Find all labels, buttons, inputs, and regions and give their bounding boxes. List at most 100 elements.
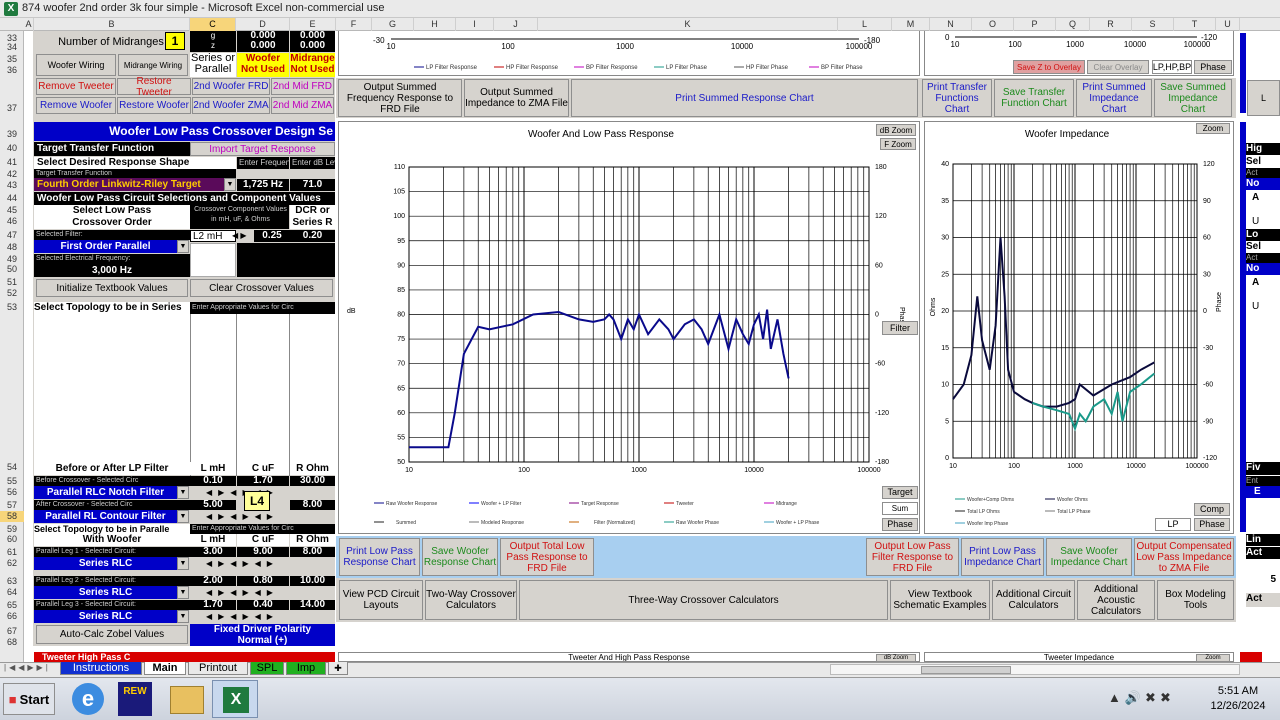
output-frd-button[interactable]: Output Summed Frequency Response to FRD … xyxy=(338,79,462,117)
save-woofer-imp-button[interactable]: Save Woofer Impedance Chart xyxy=(1046,538,1132,576)
column-J[interactable]: J xyxy=(494,18,538,31)
mid2-frd-button[interactable]: 2nd Mid FRD xyxy=(271,78,334,95)
component-values-black[interactable] xyxy=(237,243,335,277)
row-36[interactable]: 36 xyxy=(0,65,24,76)
print-tf-button[interactable]: Print Transfer Functions Chart xyxy=(922,79,992,117)
row-67[interactable]: 67 xyxy=(0,626,24,637)
print-lp-button[interactable]: Print Low Pass Response Chart xyxy=(339,538,420,576)
internet-explorer-icon[interactable]: e xyxy=(72,683,104,715)
notch-filter[interactable]: Parallel RLC Notch Filter xyxy=(34,486,177,499)
start-button[interactable]: ■ Start xyxy=(3,683,55,715)
twoway-calc-button[interactable]: Two-Way Crossover Calculators xyxy=(425,580,517,620)
row-42[interactable]: 42 xyxy=(0,169,24,180)
column-I[interactable]: I xyxy=(456,18,494,31)
initialize-textbook-button[interactable]: Initialize Textbook Values xyxy=(36,279,188,297)
leg2-series-rlc[interactable]: Series RLC xyxy=(34,586,177,599)
l2-value[interactable]: 0.25 xyxy=(254,230,290,242)
tray-icons[interactable]: ▲🔊✖✖ xyxy=(1108,690,1198,708)
db-zoom-button[interactable]: dB Zoom xyxy=(876,124,916,136)
print-summed-button[interactable]: Print Summed Response Chart xyxy=(571,79,918,117)
column-L[interactable]: L xyxy=(838,18,892,31)
row-63[interactable]: 63 xyxy=(0,576,24,587)
midranges-value[interactable]: 1 xyxy=(165,32,185,50)
f-zoom-button[interactable]: F Zoom xyxy=(880,138,916,150)
fixed-polarity[interactable]: Fixed Driver Polarity Normal (+) xyxy=(190,624,335,646)
af-r-value[interactable]: 8.00 xyxy=(290,500,335,510)
bf-c-value[interactable]: 1.70 xyxy=(237,476,289,486)
leg2-l-value[interactable]: 2.00 xyxy=(190,576,236,586)
phase-top-button[interactable]: Phase xyxy=(1194,60,1232,74)
column-F[interactable]: F xyxy=(336,18,372,31)
lp-button[interactable]: LP xyxy=(1155,518,1191,531)
column-D[interactable]: D xyxy=(236,18,290,31)
row-68[interactable]: 68 xyxy=(0,637,24,648)
row-48[interactable]: 48 xyxy=(0,242,24,253)
row-37[interactable]: 37 xyxy=(0,103,24,114)
midrange-wiring-button[interactable]: Midrange Wiring xyxy=(118,54,188,76)
notch-dropdown-icon[interactable]: ▼ xyxy=(177,486,189,499)
column-H[interactable]: H xyxy=(414,18,456,31)
clear-overlay-button[interactable]: Clear Overlay xyxy=(1087,60,1149,74)
clock-date[interactable]: 12/26/2024 xyxy=(1200,700,1276,714)
save-woofer-resp-button[interactable]: Save Woofer Response Chart xyxy=(422,538,498,576)
column-M[interactable]: M xyxy=(892,18,930,31)
leg1-spin-icons[interactable]: ◀▶◀▶◀▶ xyxy=(190,557,335,570)
phase-imp-button[interactable]: Phase xyxy=(1194,518,1230,531)
row-44[interactable]: 44 xyxy=(0,193,24,204)
component-cells[interactable] xyxy=(190,243,236,277)
leg1-dropdown-icon[interactable]: ▼ xyxy=(177,557,189,570)
target-dropdown-icon[interactable]: ▼ xyxy=(224,178,236,191)
row-47[interactable]: 47 xyxy=(0,230,24,241)
print-lp-imp-button[interactable]: Print Low Pass Impedance Chart xyxy=(961,538,1044,576)
row-40[interactable]: 40 xyxy=(0,143,24,154)
leg3-series-rlc[interactable]: Series RLC xyxy=(34,610,177,623)
restore-woofer-button[interactable]: Restore Woofer xyxy=(117,97,191,114)
column-O[interactable]: O xyxy=(972,18,1014,31)
column-K[interactable]: K xyxy=(538,18,838,31)
column-T[interactable]: T xyxy=(1174,18,1216,31)
row-50[interactable]: 50 xyxy=(0,264,24,275)
row-64[interactable]: 64 xyxy=(0,587,24,598)
column-N[interactable]: N xyxy=(930,18,972,31)
clear-crossover-button[interactable]: Clear Crossover Values xyxy=(190,279,333,297)
save-imp-button[interactable]: Save Summed Impedance Chart xyxy=(1154,79,1232,117)
threeway-calc-button[interactable]: Three-Way Crossover Calculators xyxy=(519,580,888,620)
row-57[interactable]: 57 xyxy=(0,500,24,511)
tab-instructions[interactable]: Instructions xyxy=(60,662,142,675)
woofer2-frd-button[interactable]: 2nd Woofer FRD xyxy=(192,78,270,95)
lphpbp-button[interactable]: LP,HP,BP xyxy=(1152,60,1192,74)
tweeter-zoom-button[interactable]: Zoom xyxy=(1196,654,1230,662)
column-A[interactable]: A xyxy=(24,18,34,31)
output-comp-zma-button[interactable]: Output Compensated Low Pass Impedance to… xyxy=(1134,538,1234,576)
row-45[interactable]: 45 xyxy=(0,205,24,216)
excel-icon[interactable]: X xyxy=(4,2,18,16)
row-43[interactable]: 43 xyxy=(0,180,24,191)
filter-name[interactable]: First Order Parallel xyxy=(34,240,177,253)
leg1-c-value[interactable]: 9.00 xyxy=(237,547,289,557)
row-60[interactable]: 60 xyxy=(0,534,24,545)
l2-r-value[interactable]: 0.20 xyxy=(290,230,335,242)
add-circuit-button[interactable]: Additional Circuit Calculators xyxy=(992,580,1075,620)
column-R[interactable]: R xyxy=(1090,18,1132,31)
row-66[interactable]: 66 xyxy=(0,611,24,622)
textbook-schematic-button[interactable]: View Textbook Schematic Examples xyxy=(890,580,990,620)
leg3-c-value[interactable]: 0.40 xyxy=(237,600,289,610)
tweeter-db-zoom-button[interactable]: dB Zoom xyxy=(876,654,916,662)
column-B[interactable]: B xyxy=(34,18,190,31)
row-54[interactable]: 54 xyxy=(0,462,24,473)
column-E[interactable]: E xyxy=(290,18,336,31)
rew-icon[interactable]: REW xyxy=(118,682,152,716)
filter-button[interactable]: Filter xyxy=(882,321,918,335)
row-65[interactable]: 65 xyxy=(0,600,24,611)
row-61[interactable]: 61 xyxy=(0,547,24,558)
save-z-overlay-button[interactable]: Save Z to Overlay xyxy=(1013,60,1085,74)
row-62[interactable]: 62 xyxy=(0,558,24,569)
column-S[interactable]: S xyxy=(1132,18,1174,31)
leg3-r-value[interactable]: 14.00 xyxy=(290,600,335,610)
output-lp-filter-button[interactable]: Output Low Pass Filter Response to FRD F… xyxy=(866,538,959,576)
leg1-r-value[interactable]: 8.00 xyxy=(290,547,335,557)
print-imp-button[interactable]: Print Summed Impedance Chart xyxy=(1076,79,1152,117)
woofer-wiring-button[interactable]: Woofer Wiring xyxy=(36,54,116,76)
new-sheet-icon[interactable]: ✚ xyxy=(328,662,348,675)
row-51[interactable]: 51 xyxy=(0,277,24,288)
